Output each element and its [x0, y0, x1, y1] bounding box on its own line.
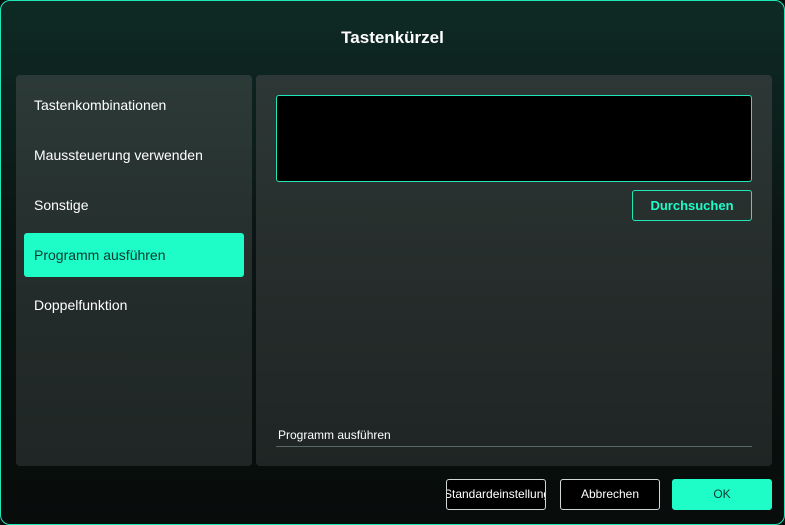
program-field-label: Programm ausführen [278, 428, 391, 442]
sidebar-item-maussteuerung[interactable]: Maussteuerung verwenden [24, 133, 244, 177]
sidebar-item-tastenkombinationen[interactable]: Tastenkombinationen [24, 83, 244, 127]
ok-button[interactable]: OK [672, 479, 772, 510]
main-panel: Durchsuchen Programm ausführen [256, 75, 772, 466]
shortcut-dialog: Tastenkürzel Tastenkombinationen Mausste… [0, 0, 785, 525]
sidebar-item-sonstige[interactable]: Sonstige [24, 183, 244, 227]
field-underline [276, 446, 752, 447]
dialog-title: Tastenkürzel [341, 28, 444, 47]
restore-defaults-label: Standardeinstellungen [446, 487, 545, 501]
sidebar-item-programm-ausfuehren[interactable]: Programm ausführen [24, 233, 244, 277]
sidebar: Tastenkombinationen Maussteuerung verwen… [16, 75, 252, 466]
program-path-input[interactable] [276, 95, 752, 182]
restore-defaults-button[interactable]: Standardeinstellungen [446, 479, 546, 510]
sidebar-item-doppelfunktion[interactable]: Doppelfunktion [24, 283, 244, 327]
browse-button[interactable]: Durchsuchen [632, 190, 752, 221]
cancel-button[interactable]: Abbrechen [560, 479, 660, 510]
